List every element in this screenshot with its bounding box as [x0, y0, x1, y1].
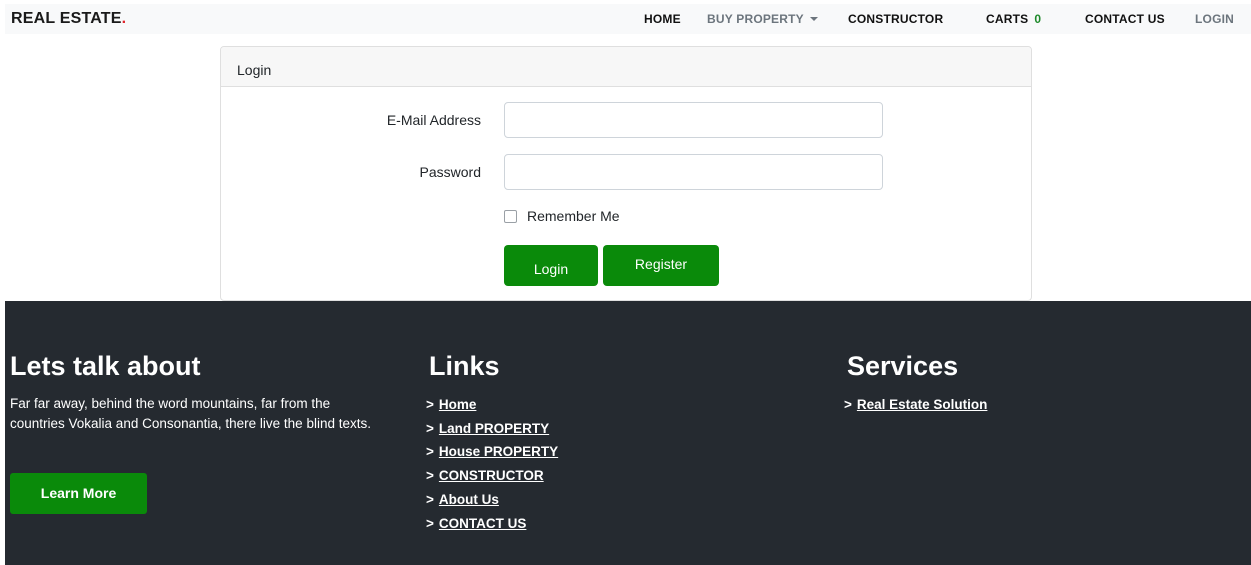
footer-link-label[interactable]: Home: [439, 397, 477, 412]
chevron-right-icon: >: [426, 491, 434, 507]
footer-link-label[interactable]: CONSTRUCTOR: [439, 468, 544, 483]
login-button[interactable]: Login: [504, 245, 598, 286]
navbar: REAL ESTATE. HOME BUY PROPERTY CONSTRUCT…: [5, 4, 1251, 34]
chevron-right-icon: >: [426, 468, 434, 484]
nav-home[interactable]: HOME: [644, 12, 681, 26]
brand-name: REAL ESTATE: [11, 10, 122, 27]
chevron-right-icon: >: [426, 397, 434, 412]
brand-dot: .: [121, 10, 127, 27]
chevron-right-icon: >: [426, 515, 434, 531]
chevron-right-icon: >: [426, 444, 434, 460]
nav-buy-property[interactable]: BUY PROPERTY: [707, 12, 818, 26]
footer-link-about-us[interactable]: > About Us: [426, 488, 558, 512]
password-label: Password: [419, 164, 481, 180]
footer-services-list: > Real Estate Solution: [844, 393, 987, 417]
footer-links-heading: Links: [429, 351, 500, 381]
footer-service-real-estate-solution[interactable]: > Real Estate Solution: [844, 393, 987, 417]
remember-me-label[interactable]: Remember Me: [527, 208, 620, 224]
footer-link-label[interactable]: House PROPERTY: [439, 444, 558, 459]
footer-link-label[interactable]: Land PROPERTY: [439, 421, 549, 436]
brand-logo[interactable]: REAL ESTATE.: [11, 10, 126, 28]
footer-about-heading: Lets talk about: [10, 351, 201, 381]
email-label: E-Mail Address: [386, 112, 481, 128]
chevron-right-icon: >: [426, 420, 434, 436]
footer-about-text: Far far away, behind the word mountains,…: [10, 396, 371, 431]
footer-link-home[interactable]: > Home: [426, 393, 558, 417]
nav-constructor[interactable]: CONSTRUCTOR: [848, 12, 943, 26]
footer-services-heading: Services: [847, 351, 959, 381]
nav-buy-property-label: BUY PROPERTY: [707, 12, 804, 26]
footer-link-land-property[interactable]: > Land PROPERTY: [426, 417, 558, 441]
cart-count-badge: 0: [1034, 12, 1042, 26]
footer-link-constructor[interactable]: > CONSTRUCTOR: [426, 464, 558, 488]
footer-link-house-property[interactable]: > House PROPERTY: [426, 440, 558, 464]
footer-links-list: > Home > Land PROPERTY > House PROPERTY > CO…: [426, 393, 558, 535]
footer: Lets talk about Far far away, behind the…: [5, 301, 1251, 565]
footer-link-label[interactable]: About Us: [439, 492, 499, 507]
email-field[interactable]: [504, 102, 883, 138]
caret-down-icon: [809, 17, 818, 21]
remember-me-row: Remember Me: [504, 208, 620, 224]
nav-carts[interactable]: CARTS 0: [986, 12, 1041, 26]
footer-link-label[interactable]: CONTACT US: [439, 516, 527, 531]
password-field[interactable]: [504, 154, 883, 190]
footer-link-contact-us[interactable]: > CONTACT US: [426, 512, 558, 536]
login-card: Login E-Mail Address Password Remember M…: [220, 46, 1032, 301]
remember-me-checkbox[interactable]: [504, 209, 517, 223]
learn-more-button[interactable]: Learn More: [10, 473, 147, 514]
nav-contact-us[interactable]: CONTACT US: [1085, 12, 1165, 26]
nav-login[interactable]: LOGIN: [1195, 12, 1234, 26]
login-card-header: Login: [221, 47, 1031, 87]
register-button[interactable]: Register: [603, 245, 719, 286]
chevron-right-icon: >: [844, 397, 852, 412]
nav-carts-label: CARTS: [986, 12, 1029, 26]
footer-service-label[interactable]: Real Estate Solution: [857, 397, 988, 412]
